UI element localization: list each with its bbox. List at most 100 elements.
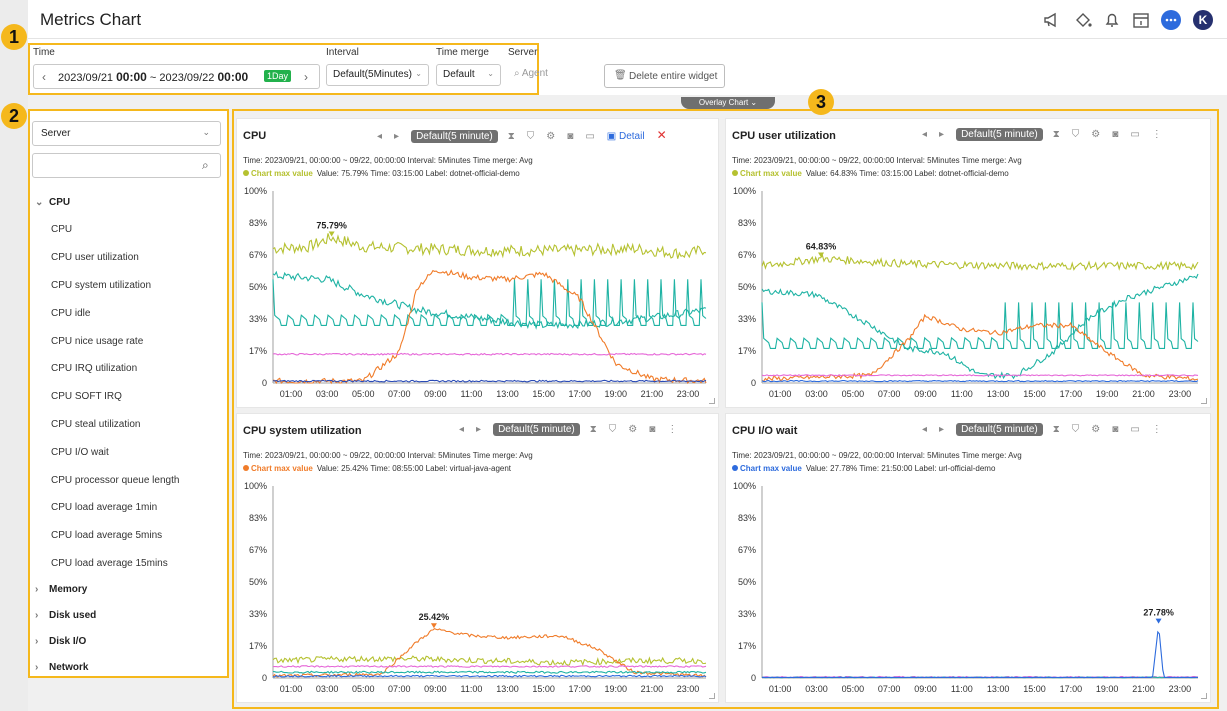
x-tick-label: 09:00 (424, 684, 447, 694)
tree-item[interactable]: CPU I/O wait (51, 447, 109, 458)
chart-panel: CPU ◂ ▸ Default(5 minute) ⧗ ⛉ ⚙ ◙ ▭ ▣ Detail ✕ Time… (236, 118, 719, 408)
next-icon[interactable]: ▸ (939, 424, 944, 435)
series-line-1 (272, 270, 707, 330)
line-chart[interactable]: 100% 83% 67% 50% 33% 17% 0 01:00 03:00 05:00 07:00… (726, 478, 1212, 704)
line-chart[interactable]: 100% 83% 67% 50% 33% 17% 0 01:00 03:00 05:00 07:00… (726, 183, 1212, 409)
line-chart[interactable]: 100% 83% 67% 50% 33% 17% 0 01:00 03:00 05:00 07:00… (237, 183, 720, 409)
prev-icon[interactable]: ◂ (922, 424, 927, 435)
interval-select[interactable]: Default(5Minutes) ⌄ (326, 64, 429, 86)
peak-label: 75.79% (316, 220, 347, 230)
tree-item[interactable]: CPU system utilization (51, 280, 151, 291)
page-title: Metrics Chart (40, 10, 142, 29)
filter-icon[interactable]: ⛉ (1072, 424, 1080, 435)
peak-marker (328, 231, 335, 237)
tree-item[interactable]: CPU load average 1min (51, 502, 157, 513)
more-icon[interactable]: ⋮ (1152, 129, 1162, 140)
agent-selector[interactable]: ⌕ Agent (514, 68, 548, 79)
chat-icon[interactable] (1161, 10, 1181, 30)
paint-bucket-icon[interactable] (1073, 10, 1093, 30)
filter-icon[interactable]: ⛉ (1072, 129, 1080, 140)
next-range-icon[interactable]: › (304, 70, 308, 84)
tree-group-2[interactable]: › Disk used (35, 610, 96, 621)
gear-icon[interactable]: ⚙ (1091, 129, 1100, 140)
gear-icon[interactable]: ⚙ (546, 131, 555, 142)
prev-icon[interactable]: ◂ (459, 424, 464, 435)
prev-icon[interactable]: ◂ (377, 131, 382, 142)
interval-pill[interactable]: Default(5 minute) (493, 423, 580, 436)
csv-icon[interactable]: ▭ (585, 131, 594, 142)
interval-pill[interactable]: Default(5 minute) (956, 128, 1043, 141)
tree-item[interactable]: CPU (51, 224, 72, 235)
hourglass-icon[interactable]: ⧗ (590, 424, 597, 435)
hourglass-icon[interactable]: ⧗ (508, 131, 515, 142)
tree-group-1[interactable]: › Memory (35, 584, 87, 595)
next-icon[interactable]: ▸ (939, 129, 944, 140)
search-icon[interactable]: ⌕ (202, 158, 209, 173)
x-tick-label: 13:00 (496, 684, 519, 694)
delete-widget-button[interactable]: 🗑 Delete entire widget (604, 64, 725, 88)
tree-item[interactable]: CPU load average 5mins (51, 530, 162, 541)
max-value-info: Chart max value Value: 25.42% Time: 08:55… (243, 464, 511, 473)
panel-meta: Time: 2023/09/21, 00:00:00 ~ 09/22, 00:0… (243, 156, 533, 165)
max-details: Value: 64.83% Time: 03:15:00 Label: dotn… (805, 169, 1009, 178)
metric-search-input[interactable] (32, 153, 221, 178)
camera-icon[interactable]: ◙ (1112, 129, 1118, 140)
tree-group-0[interactable]: ⌄ CPU (35, 197, 70, 208)
prev-range-icon[interactable]: ‹ (42, 70, 46, 84)
time-merge-select[interactable]: Default ⌄ (436, 64, 501, 86)
interval-pill[interactable]: Default(5 minute) (411, 130, 498, 143)
detail-link[interactable]: ▣ Detail (607, 131, 645, 142)
gear-icon[interactable]: ⚙ (1091, 424, 1100, 435)
tree-item[interactable]: CPU nice usage rate (51, 336, 143, 347)
more-icon[interactable]: ⋮ (667, 424, 677, 435)
overlay-chart-tab[interactable]: Overlay Chart ⌄ (681, 97, 775, 109)
x-tick-label: 13:00 (987, 684, 1010, 694)
time-range-picker[interactable]: ‹ 2023/09/21 00:00 ~ 2023/09/22 00:00 1D… (33, 64, 320, 89)
series-dot (243, 170, 249, 176)
tree-item[interactable]: CPU processor queue length (51, 475, 179, 486)
gear-icon[interactable]: ⚙ (628, 424, 637, 435)
csv-icon[interactable]: ▭ (1130, 424, 1139, 435)
interval-pill[interactable]: Default(5 minute) (956, 423, 1043, 436)
hourglass-icon[interactable]: ⧗ (1053, 129, 1060, 140)
tree-item[interactable]: CPU SOFT IRQ (51, 391, 122, 402)
calendar-icon[interactable] (1131, 10, 1151, 30)
tree-item[interactable]: CPU idle (51, 308, 90, 319)
server-select[interactable]: Server ⌄ (32, 121, 221, 146)
camera-icon[interactable]: ◙ (649, 424, 655, 435)
close-icon[interactable]: ✕ (657, 128, 667, 142)
prev-icon[interactable]: ◂ (922, 129, 927, 140)
day-badge[interactable]: 1Day (264, 70, 292, 82)
hourglass-icon[interactable]: ⧗ (1053, 424, 1060, 435)
series-line-1 (272, 627, 707, 678)
peak-label: 27.78% (1143, 608, 1174, 618)
camera-icon[interactable]: ◙ (1112, 424, 1118, 435)
bell-icon[interactable] (1102, 10, 1122, 30)
camera-icon[interactable]: ◙ (567, 131, 573, 142)
next-icon[interactable]: ▸ (394, 131, 399, 142)
max-label: Chart max value (251, 464, 313, 473)
tree-group-4[interactable]: › Network (35, 662, 88, 673)
filter-icon[interactable]: ⛉ (609, 424, 617, 435)
tree-group-3[interactable]: › Disk I/O (35, 636, 86, 647)
max-details: Value: 75.79% Time: 03:15:00 Label: dotn… (316, 169, 520, 178)
line-chart[interactable]: 100% 83% 67% 50% 33% 17% 0 01:00 03:00 05:00 07:00… (237, 478, 720, 704)
max-value-info: Chart max value Value: 64.83% Time: 03:15… (732, 169, 1009, 178)
header-divider (28, 38, 1227, 39)
more-icon[interactable]: ⋮ (1152, 424, 1162, 435)
tree-item[interactable]: CPU steal utilization (51, 419, 140, 430)
tree-item[interactable]: CPU load average 15mins (51, 558, 168, 569)
next-icon[interactable]: ▸ (476, 424, 481, 435)
app-root: Metrics Chart K 1 2 3 Time ‹ 2023/09/21 … (0, 0, 1227, 711)
megaphone-icon[interactable] (1042, 10, 1062, 30)
filter-icon[interactable]: ⛉ (527, 131, 535, 142)
y-tick-label: 100% (244, 186, 267, 196)
tree-item[interactable]: CPU user utilization (51, 252, 139, 263)
csv-icon[interactable]: ▭ (1130, 129, 1139, 140)
agent-search-icon: ⌕ (514, 68, 522, 79)
tree-item[interactable]: CPU IRQ utilization (51, 363, 137, 374)
x-tick-label: 07:00 (878, 684, 901, 694)
user-avatar-icon[interactable]: K (1193, 10, 1213, 30)
tree-group-label: Memory (49, 584, 88, 595)
server-label: Server (508, 47, 538, 58)
